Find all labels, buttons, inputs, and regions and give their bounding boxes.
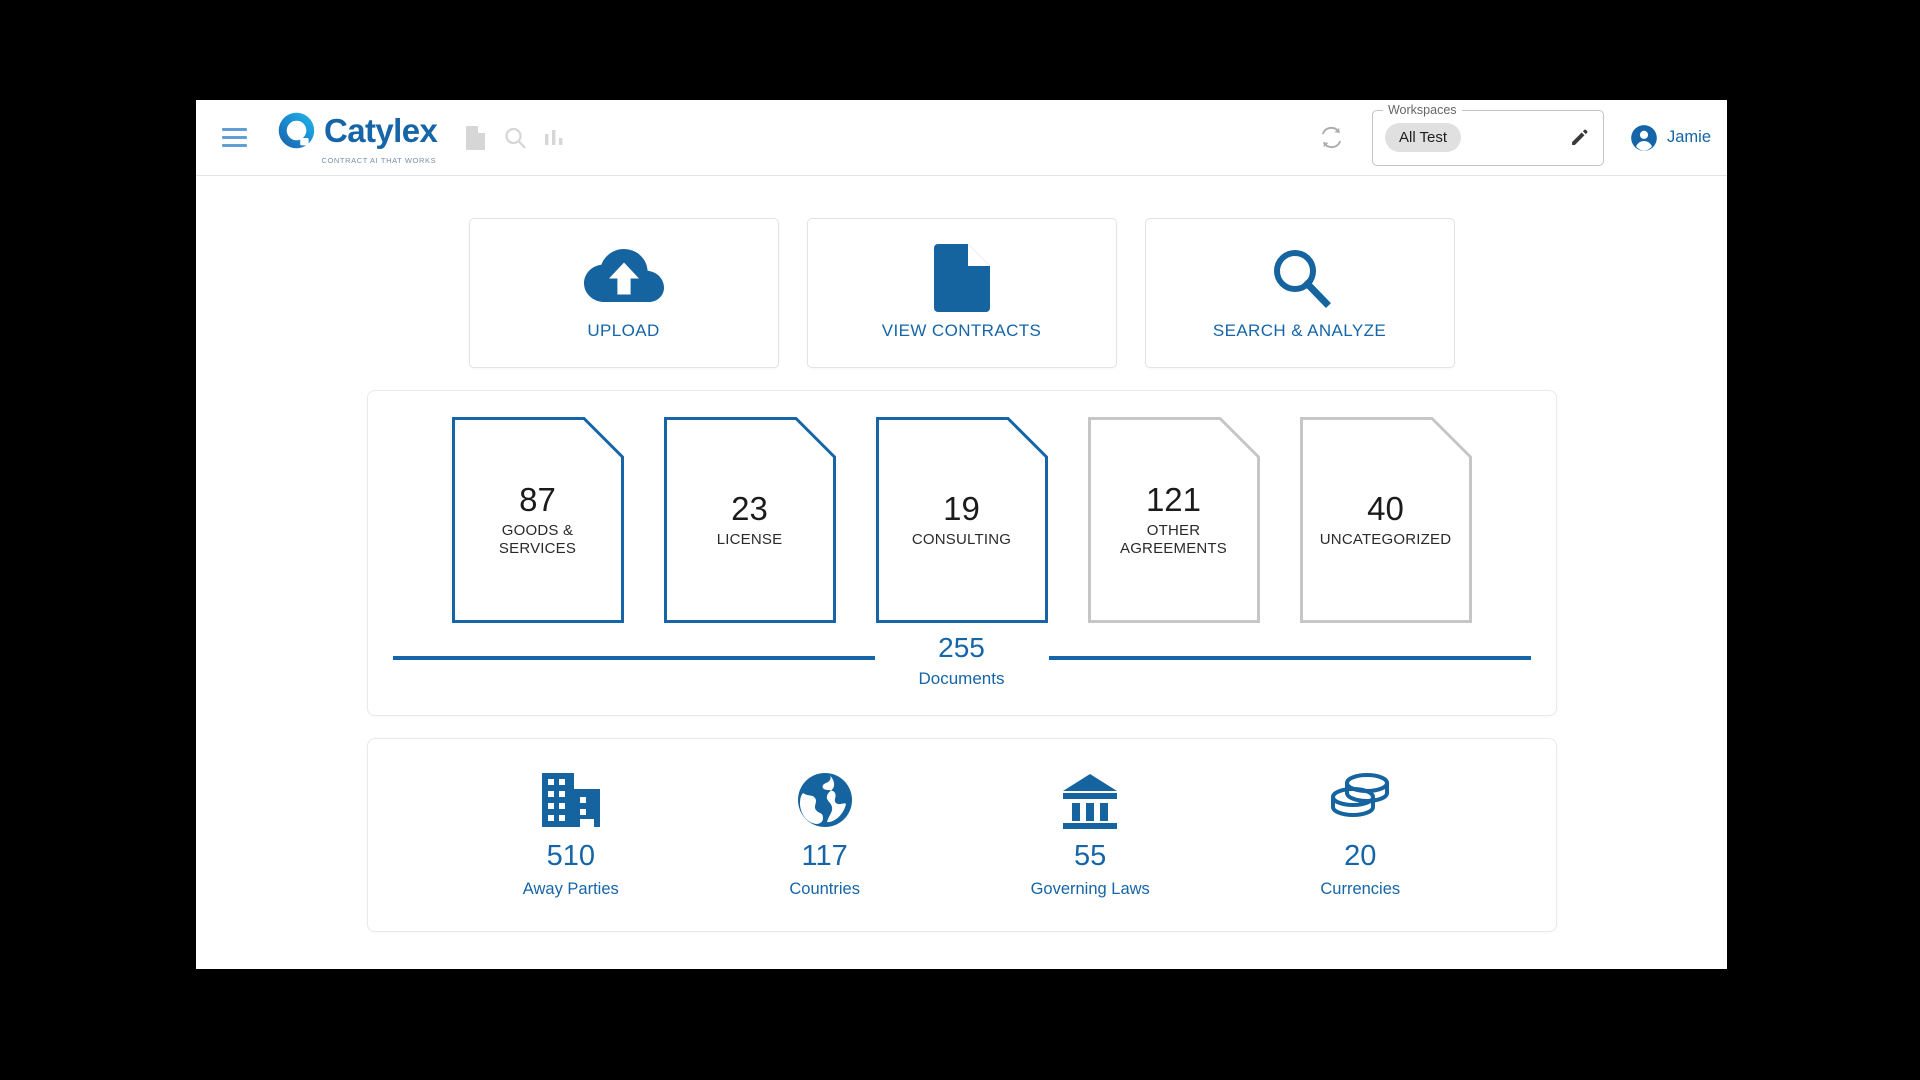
document-category-label: GOODS & SERVICES: [499, 522, 576, 560]
view-contracts-card[interactable]: VIEW CONTRACTS: [806, 218, 1117, 368]
magnifier-icon: [1268, 245, 1332, 311]
document-category-card[interactable]: 87 GOODS & SERVICES: [451, 417, 624, 623]
stat-item[interactable]: 55 Governing Laws: [1031, 767, 1150, 899]
header-tool-icons: [465, 125, 565, 151]
stat-count: 20: [1344, 839, 1377, 872]
pencil-edit-icon[interactable]: [1563, 121, 1597, 155]
document-icon[interactable]: [465, 125, 487, 151]
brand-row: Catylex: [276, 110, 438, 151]
view-contracts-card-label: VIEW CONTRACTS: [881, 321, 1042, 340]
document-category-text: 19 CONSULTING: [902, 490, 1021, 550]
document-category-label-line: CONSULTING: [911, 531, 1012, 549]
document-category-text: 87 GOODS & SERVICES: [489, 481, 586, 559]
documents-panel: 87 GOODS & SERVICES 23 LICENSE 19 CONSULTING 12…: [366, 390, 1557, 716]
user-name: Jamie: [1666, 128, 1711, 146]
documents-total-count: 255: [938, 632, 985, 663]
stat-label: Away Parties: [522, 879, 619, 898]
search-analyze-card-label: SEARCH & ANALYZE: [1212, 321, 1387, 340]
stat-label: Currencies: [1320, 879, 1401, 898]
stat-count: 510: [546, 839, 595, 872]
document-category-label-line: LICENSE: [716, 531, 783, 549]
stat-count: 117: [801, 839, 848, 872]
hamburger-bar: [221, 144, 247, 147]
upload-card-label: UPLOAD: [587, 321, 660, 340]
workspaces-legend: Workspaces: [1382, 102, 1462, 117]
documents-total-row: 255 Documents: [368, 623, 1556, 715]
search-icon[interactable]: [503, 126, 527, 150]
document-category-card[interactable]: 121 OTHER AGREEMENTS: [1087, 417, 1260, 623]
document-category-label-line: GOODS &: [501, 521, 574, 539]
document-category-label-line: UNCATEGORIZED: [1319, 531, 1452, 549]
document-category-count: 121: [1145, 480, 1202, 518]
hamburger-bar: [221, 128, 247, 131]
documents-total: 255 Documents: [875, 632, 1049, 689]
brand-tagline: CONTRACT AI THAT WORKS: [321, 156, 437, 165]
document-filled-icon: [933, 244, 990, 312]
document-category-text: 23 LICENSE: [707, 490, 793, 550]
stats-panel: 510 Away Parties 117 Countries 55 Governing L…: [366, 737, 1557, 932]
total-rule-right: [1048, 656, 1531, 660]
search-analyze-card[interactable]: SEARCH & ANALYZE: [1144, 218, 1455, 368]
main-content: UPLOAD VIEW CONTRACTS SEARCH & ANALYZE 8…: [196, 176, 1727, 932]
bar-chart-icon[interactable]: [543, 127, 565, 149]
office-building-icon: [540, 767, 602, 829]
brand-logo[interactable]: Catylex CONTRACT AI THAT WORKS: [276, 110, 438, 165]
document-category-label: CONSULTING: [912, 531, 1011, 550]
upload-card[interactable]: UPLOAD: [468, 218, 779, 368]
document-category-label: OTHER AGREEMENTS: [1120, 522, 1227, 560]
stat-item[interactable]: 20 Currencies: [1320, 767, 1400, 899]
account-circle-icon: [1631, 124, 1657, 151]
document-category-count: 40: [1367, 490, 1404, 528]
document-category-label: LICENSE: [717, 531, 783, 550]
document-category-label-line: OTHER: [1146, 521, 1201, 539]
documents-total-label: Documents: [918, 668, 1005, 688]
brand-name: Catylex: [324, 112, 438, 149]
stat-label: Governing Laws: [1030, 879, 1150, 898]
document-category-label-line: SERVICES: [498, 540, 577, 558]
workspaces-field[interactable]: Workspaces All Test: [1371, 102, 1604, 166]
user-menu[interactable]: Jamie: [1630, 124, 1711, 152]
document-category-label: UNCATEGORIZED: [1320, 531, 1452, 550]
document-category-card[interactable]: 23 LICENSE: [663, 417, 836, 623]
stat-item[interactable]: 117 Countries: [789, 767, 860, 899]
stat-count: 55: [1074, 839, 1107, 872]
document-category-card[interactable]: 40 UNCATEGORIZED: [1299, 417, 1472, 623]
app-header: Catylex CONTRACT AI THAT WORKS Workspace…: [196, 100, 1727, 176]
globe-icon: [796, 767, 854, 829]
quick-actions-row: UPLOAD VIEW CONTRACTS SEARCH & ANALYZE: [248, 218, 1675, 368]
document-category-text: 40 UNCATEGORIZED: [1310, 490, 1462, 550]
stats-row: 510 Away Parties 117 Countries 55 Governing L…: [368, 739, 1556, 931]
document-category-text: 121 OTHER AGREEMENTS: [1110, 481, 1237, 559]
stacked-coins-icon: [1329, 767, 1391, 829]
stat-label: Countries: [789, 879, 860, 898]
catylex-ring-logo-icon: [278, 112, 315, 149]
stat-item[interactable]: 510 Away Parties: [523, 767, 619, 899]
document-category-card[interactable]: 19 CONSULTING: [875, 417, 1048, 623]
refresh-icon[interactable]: [1312, 118, 1352, 158]
hamburger-bar: [221, 136, 247, 139]
bank-columns-icon: [1059, 767, 1121, 829]
cloud-upload-icon: [583, 245, 665, 311]
app-viewport: Catylex CONTRACT AI THAT WORKS Workspace…: [196, 100, 1727, 969]
workspace-chip-all-test[interactable]: All Test: [1384, 123, 1462, 152]
document-category-count: 19: [943, 490, 980, 528]
document-category-count: 87: [519, 480, 556, 518]
hamburger-menu-icon[interactable]: [210, 114, 258, 162]
document-category-row: 87 GOODS & SERVICES 23 LICENSE 19 CONSULTING 12…: [368, 391, 1556, 623]
total-rule-left: [392, 656, 875, 660]
document-category-label-line: AGREEMENTS: [1119, 540, 1227, 558]
document-category-count: 23: [731, 490, 768, 528]
